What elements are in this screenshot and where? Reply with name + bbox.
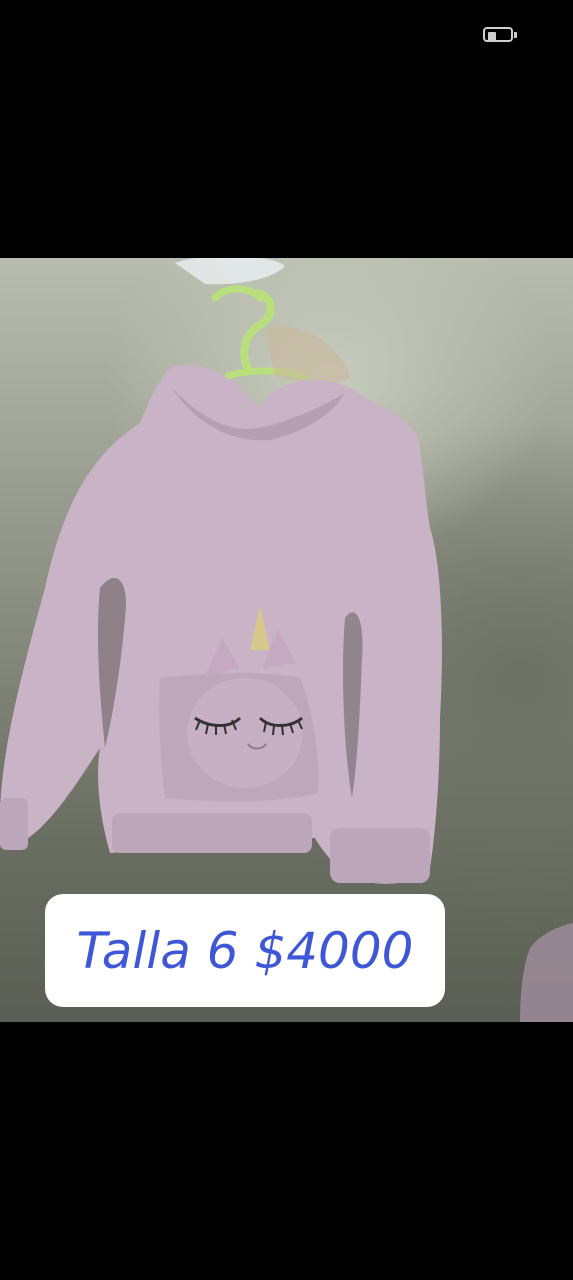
caption-text: Talla 6 $4000: [76, 921, 414, 980]
battery-icon: [483, 27, 517, 44]
status-bar: [0, 0, 573, 70]
product-photo[interactable]: Talla 6 $4000: [0, 258, 573, 1022]
caption-sticker: Talla 6 $4000: [45, 894, 445, 1007]
